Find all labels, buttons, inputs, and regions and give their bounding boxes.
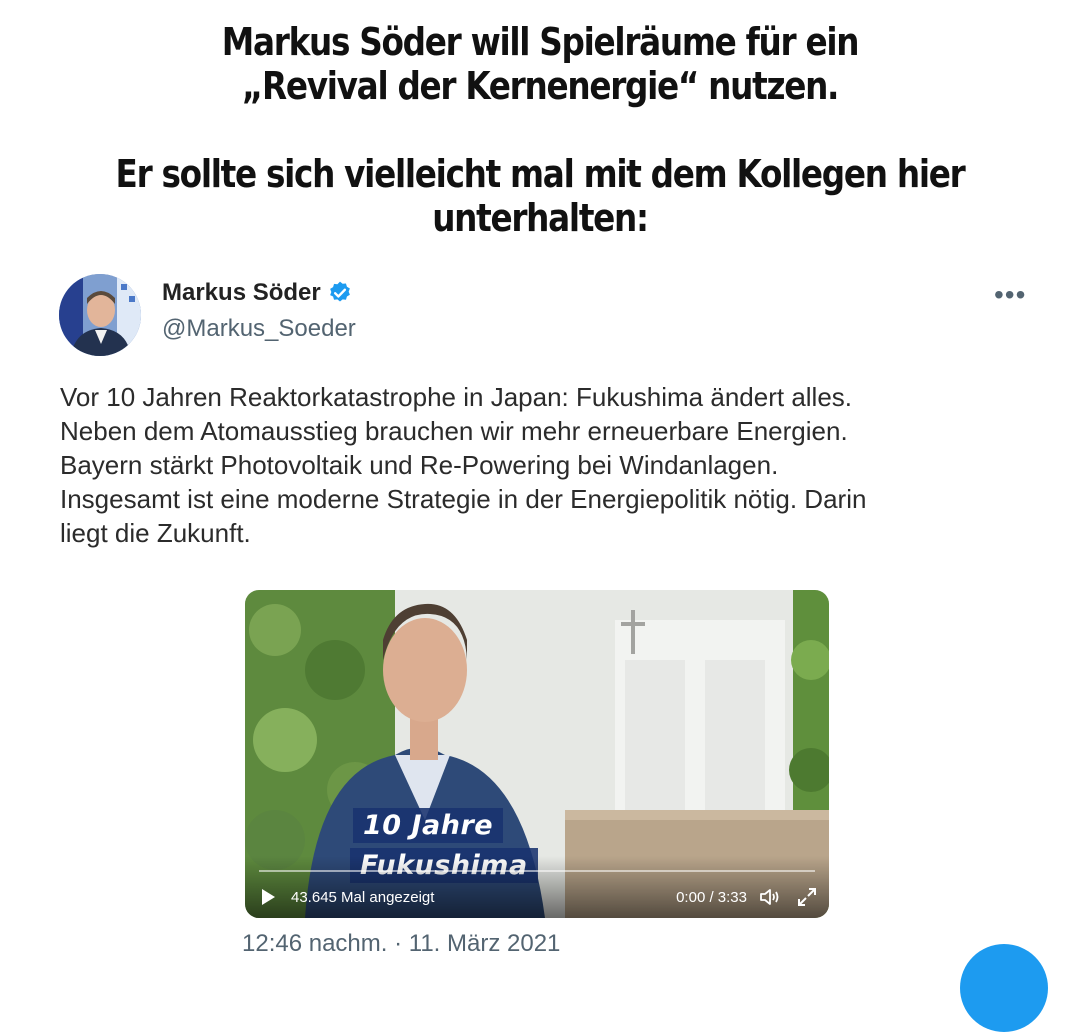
- tweet-text-line: liegt die Zukunft.: [60, 518, 251, 548]
- tweet-text-line: Neben dem Atomausstieg brauchen wir mehr…: [60, 416, 848, 446]
- author-row: Markus Söder: [162, 279, 353, 307]
- headline-line-2: „Revival der Kernenergie“ nutzen.: [241, 64, 840, 108]
- author-name[interactable]: Markus Söder: [162, 279, 321, 307]
- tweet-text-line: Vor 10 Jahren Reaktorkatastrophe in Japa…: [60, 382, 853, 412]
- compose-button[interactable]: [960, 944, 1048, 1032]
- tweet-text: Vor 10 Jahren Reaktorkatastrophe in Japa…: [60, 380, 1020, 550]
- headline-bottom: Er sollte sich vielleicht mal mit dem Ko…: [76, 152, 1005, 240]
- author-handle[interactable]: @Markus_Soeder: [162, 315, 356, 343]
- more-icon[interactable]: •••: [994, 279, 1026, 311]
- avatar[interactable]: [59, 274, 141, 356]
- volume-icon[interactable]: [759, 887, 781, 907]
- headline-line-3: Er sollte sich vielleicht mal mit dem Ko…: [115, 152, 966, 196]
- fullscreen-icon[interactable]: [797, 887, 817, 907]
- view-count: 43.645 Mal angezeigt: [291, 889, 435, 906]
- video-progress-bar[interactable]: [259, 870, 815, 872]
- video-player[interactable]: 10 Jahre Fukushima 43.645 Mal angezeigt …: [245, 590, 829, 918]
- headline-top: Markus Söder will Spielräume für ein „Re…: [76, 20, 1005, 108]
- verified-badge-icon: [329, 281, 350, 302]
- play-icon[interactable]: [259, 888, 277, 906]
- headline-line-1: Markus Söder will Spielräume für ein: [221, 20, 860, 64]
- headline-line-4: unterhalten:: [432, 196, 649, 240]
- video-overlay-line-1: 10 Jahre: [353, 808, 504, 843]
- video-controls: 43.645 Mal angezeigt 0:00 / 3:33: [245, 856, 829, 918]
- tweet-text-line: Bayern stärkt Photovoltaik und Re-Poweri…: [60, 450, 779, 480]
- video-time: 0:00 / 3:33: [676, 889, 747, 906]
- tweet-timestamp[interactable]: 12:46 nachm. · 11. März 2021: [242, 930, 560, 958]
- tweet-text-line: Insgesamt ist eine moderne Strategie in …: [60, 484, 867, 514]
